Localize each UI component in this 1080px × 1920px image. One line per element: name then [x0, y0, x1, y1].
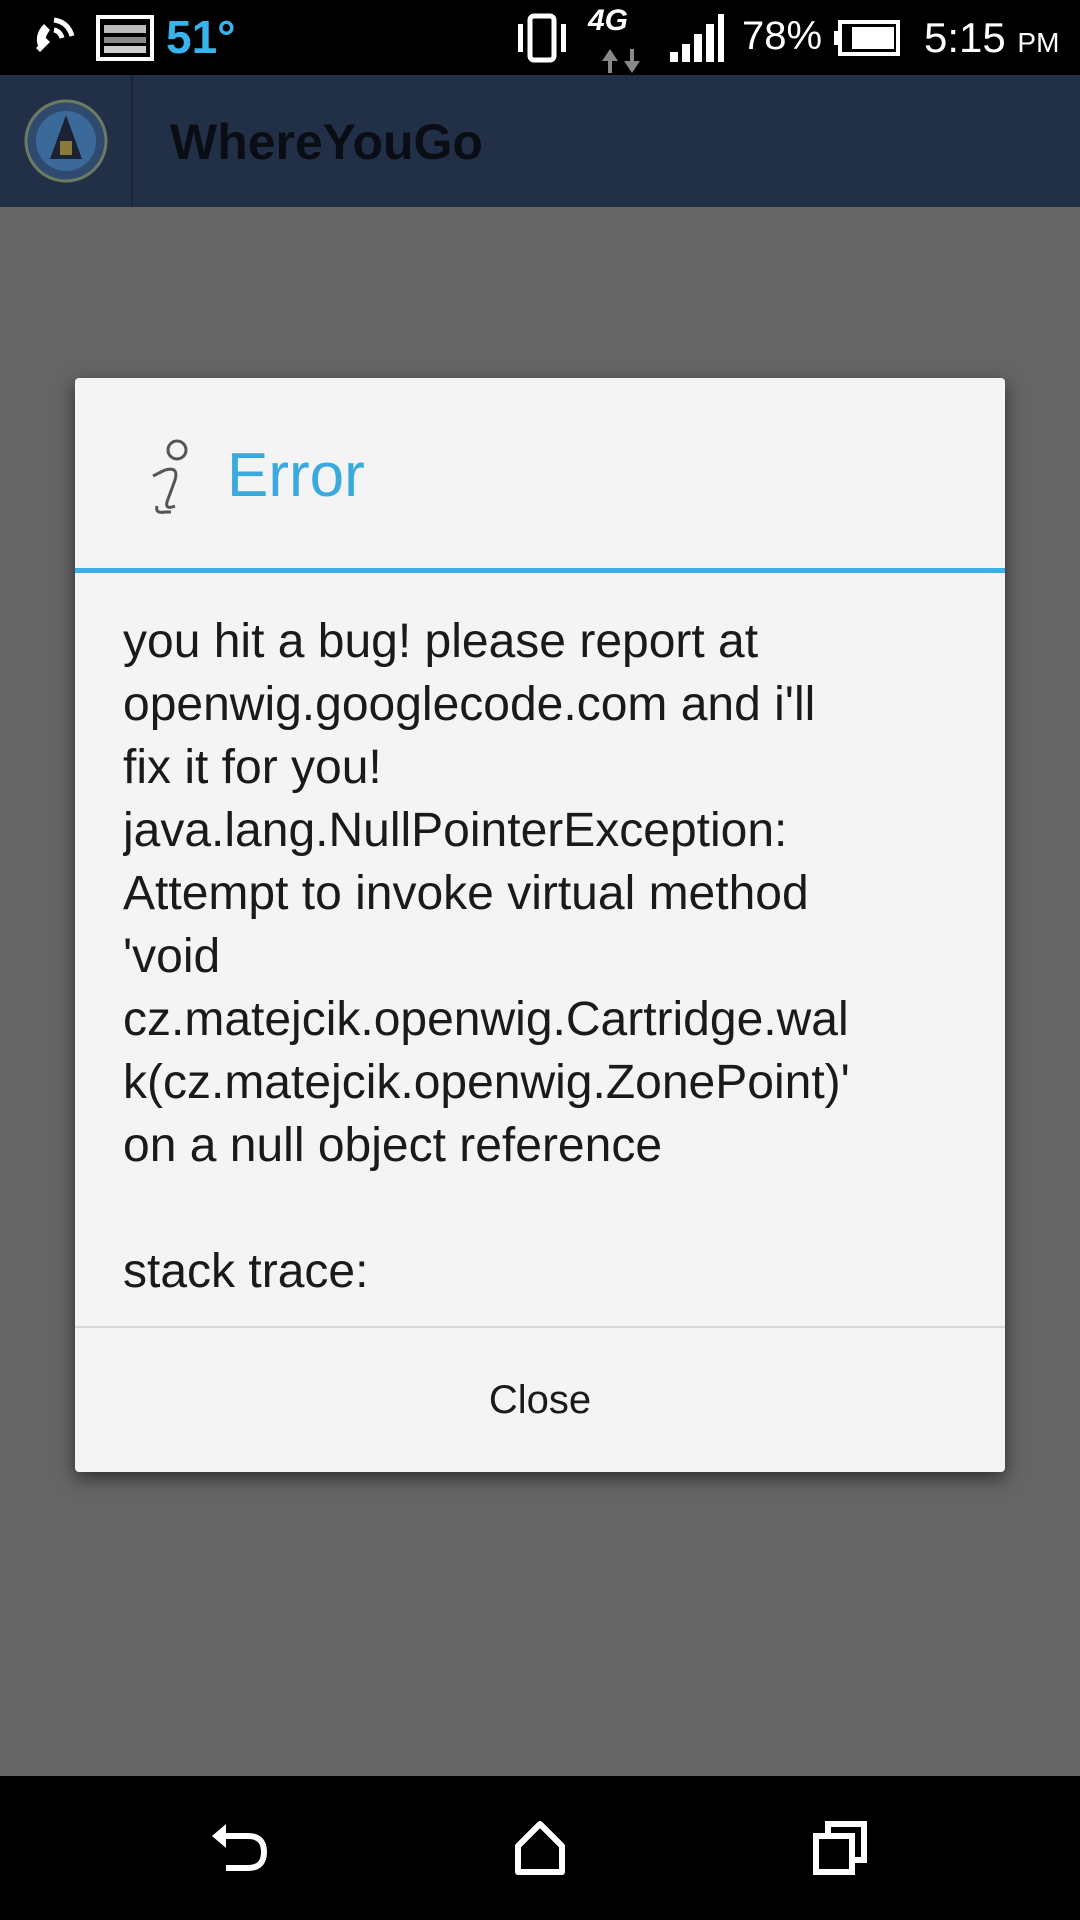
- temperature-text: 51°: [166, 11, 236, 63]
- error-dialog: Error you hit a bug! please report at op…: [75, 378, 1005, 1472]
- battery-icon: [832, 0, 900, 75]
- navigation-bar: [0, 1776, 1080, 1920]
- message-line: openwig.googlecode.com and i'll: [123, 678, 816, 731]
- message-line: on a null object reference: [123, 1119, 663, 1172]
- dialog-message: you hit a bug! please report at openwig.…: [123, 610, 983, 1400]
- status-bar: 51° 4G 78% 5:15 PM: [0, 0, 1080, 75]
- close-button[interactable]: Close: [75, 1328, 1005, 1472]
- home-icon[interactable]: [500, 1808, 580, 1888]
- dialog-title-divider: [75, 568, 1005, 573]
- weather-icon: [96, 0, 154, 75]
- message-line: k(cz.matejcik.openwig.ZonePoint)': [123, 1056, 850, 1109]
- message-line: fix it for you!: [123, 741, 382, 794]
- message-line: 'void: [123, 930, 221, 983]
- clock-time: 5:15: [924, 14, 1006, 61]
- action-bar: WhereYouGo: [0, 75, 1080, 207]
- message-line: stack trace:: [123, 1245, 369, 1298]
- message-line: cz.matejcik.openwig.Cartridge.wal: [123, 993, 849, 1046]
- signal-icon: [668, 0, 726, 75]
- message-line: java.lang.NullPointerException:: [123, 804, 788, 857]
- app-title: WhereYouGo: [170, 114, 483, 170]
- message-line: Attempt to invoke virtual method: [123, 867, 809, 920]
- back-icon[interactable]: [200, 1808, 280, 1888]
- dialog-header: Error: [75, 378, 1005, 568]
- dialog-title: Error: [227, 441, 365, 510]
- clock-ampm: PM: [1017, 27, 1060, 58]
- clock: 5:15 PM: [924, 14, 1059, 62]
- app-logo-icon[interactable]: [22, 97, 110, 185]
- action-bar-divider: [131, 75, 133, 207]
- recents-icon[interactable]: [800, 1808, 880, 1888]
- info-icon: [135, 436, 205, 516]
- wifi-calling-icon: [28, 0, 80, 75]
- vibrate-icon: [512, 0, 572, 75]
- battery-percent-text: 78%: [742, 14, 823, 58]
- message-line: you hit a bug! please report at: [123, 615, 759, 668]
